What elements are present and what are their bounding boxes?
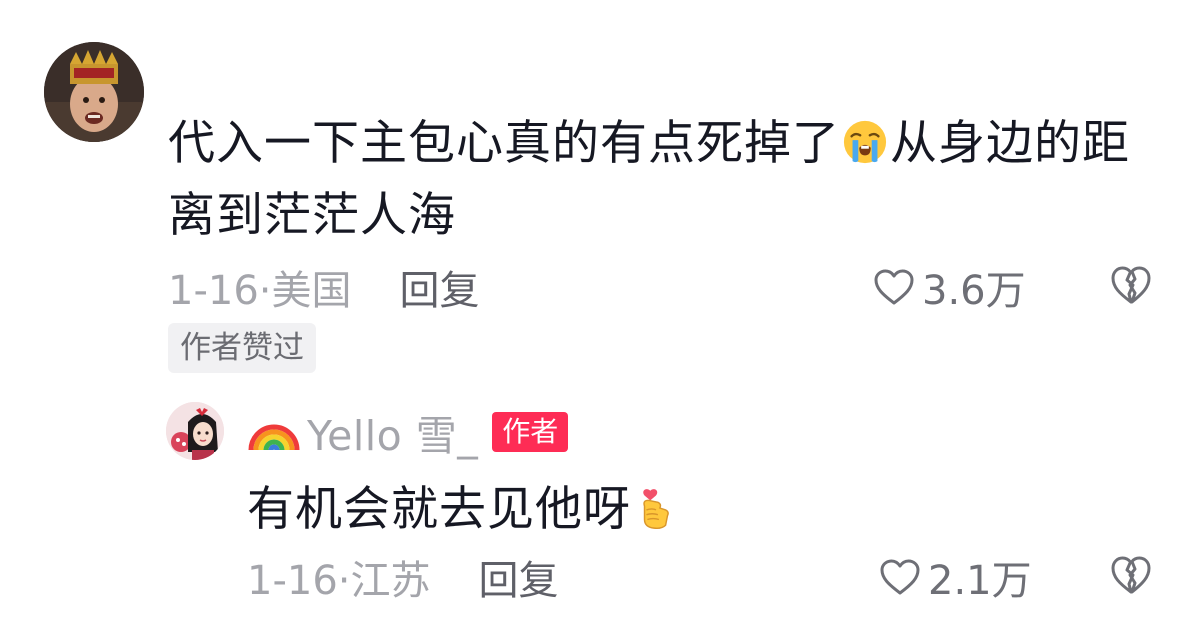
reply-username[interactable]: Yello 雪_ — [307, 402, 478, 462]
reply-text: 有机会就去见他呀 — [247, 482, 631, 537]
author-liked-badge: 作者赞过 — [168, 323, 316, 373]
reply-like-count: 2.1万 — [928, 558, 1032, 604]
reply-author-avatar[interactable] — [166, 402, 224, 460]
comment-meta: 1-16·美国 回复 — [168, 258, 480, 316]
finger-heart-icon — [633, 485, 679, 531]
author-tag: 作者 — [492, 412, 569, 452]
loudly-crying-face-icon — [842, 119, 888, 165]
heart-outline-icon — [878, 557, 922, 597]
broken-heart-icon — [1111, 556, 1151, 594]
rainbow-icon — [247, 410, 301, 454]
reply-like-button[interactable]: 2.1万 — [878, 548, 1032, 606]
reply-author-row: Yello 雪_ 作者 — [247, 402, 569, 462]
comment-like-count: 3.6万 — [922, 268, 1026, 314]
reply-dislike-button[interactable] — [1108, 552, 1154, 596]
reply-date-location: 1-16·江苏 — [247, 558, 431, 604]
reply-meta: 1-16·江苏 回复 — [247, 548, 559, 606]
reply-reply-button[interactable]: 回复 — [479, 558, 559, 604]
comment-dislike-button[interactable] — [1108, 262, 1154, 306]
reply-body: 有机会就去见他呀 — [247, 474, 947, 546]
comment-reply-button[interactable]: 回复 — [400, 268, 480, 314]
comment-thread: 代入一下主包心真的有点死掉了 从身边的距离到茫茫人海 1-16·美国 回复 3.6… — [0, 0, 1200, 630]
comment-body: 代入一下主包心真的有点死掉了 从身边的距离到茫茫人海 — [168, 108, 1158, 252]
comment-text-part1: 代入一下主包心真的有点死掉了 — [168, 116, 840, 171]
comment-like-button[interactable]: 3.6万 — [872, 258, 1026, 316]
heart-outline-icon — [872, 267, 916, 307]
comment-date-location: 1-16·美国 — [168, 268, 352, 314]
commenter-avatar[interactable] — [44, 42, 144, 142]
broken-heart-icon — [1111, 266, 1151, 304]
